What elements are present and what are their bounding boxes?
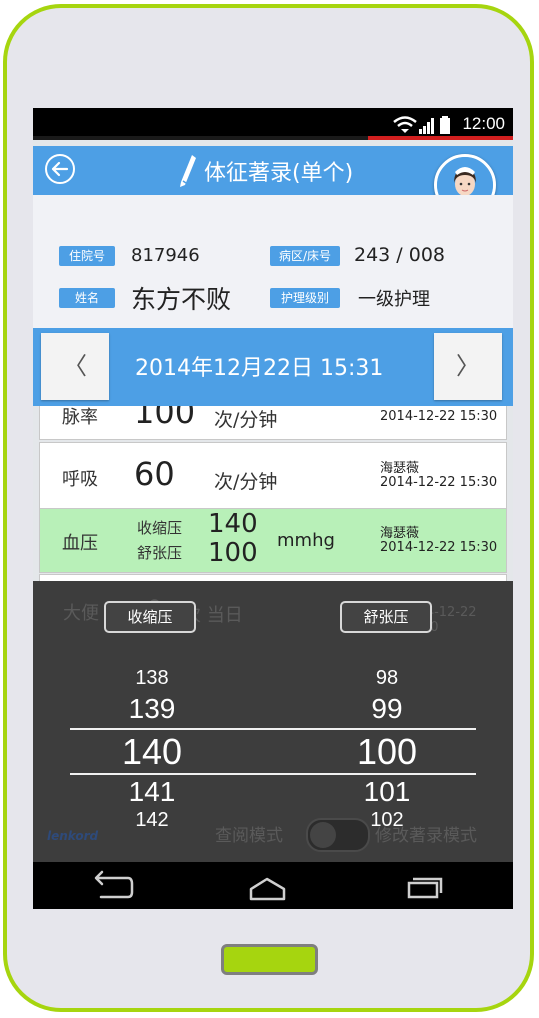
recents-nav-icon xyxy=(407,877,443,899)
systolic-label: 收缩压 xyxy=(137,519,183,537)
mode-toggle[interactable] xyxy=(306,818,370,852)
bp-label: 血压 xyxy=(62,533,98,554)
diastolic-label: 舒张压 xyxy=(137,544,183,562)
bp-recorder: 海瑟薇 xyxy=(380,526,420,541)
respiration-recorder: 海瑟薇 xyxy=(380,461,420,476)
respiration-unit: 次/分钟 xyxy=(214,471,278,493)
pulse-row[interactable]: 脉率 100 次/分钟 2014-12-22 15:30 xyxy=(39,406,507,440)
next-date-button[interactable]: 〉 xyxy=(434,333,502,400)
edit-mode-label: 修改著录模式 xyxy=(375,826,477,846)
blood-pressure-row[interactable]: 血压 收缩压 舒张压 140 100 mmhg 海瑟薇 2014-12-22 1… xyxy=(39,508,507,573)
respiration-row[interactable]: 呼吸 60 次/分钟 海瑟薇 2014-12-22 15:30 xyxy=(39,442,507,509)
home-button[interactable] xyxy=(221,944,318,975)
systolic-value: 140 xyxy=(208,509,258,539)
pulse-unit: 次/分钟 xyxy=(214,409,278,431)
arrow-left-icon xyxy=(51,161,69,177)
systolic-option[interactable]: 138 xyxy=(92,667,212,690)
page-title: 体征著录(单个) xyxy=(204,161,354,186)
number-picker: 大便 0 次 当日 2014-12-22 15:30 收缩压 舒张压 138 1… xyxy=(33,581,513,862)
bp-time: 2014-12-22 15:30 xyxy=(380,540,498,555)
wifi-icon xyxy=(393,116,417,127)
patient-info: 住院号 817946 病区/床号 243 / 008 姓名 东方不败 护理级别 … xyxy=(33,195,513,328)
app-screen: 12:00 体征著录(单个) 住院号 817946 病区/床号 243 / 00… xyxy=(33,108,513,909)
pulse-time: 2014-12-22 15:30 xyxy=(380,409,498,424)
diastolic-option[interactable]: 101 xyxy=(327,776,447,808)
home-nav-icon xyxy=(249,877,286,901)
prev-date-button[interactable]: 〈 xyxy=(41,333,109,400)
status-divider xyxy=(33,136,513,140)
battery-icon xyxy=(440,116,450,134)
systolic-option[interactable]: 142 xyxy=(92,809,212,832)
back-nav-icon xyxy=(94,870,134,899)
signal-icon xyxy=(419,118,434,134)
diastolic-selected[interactable]: 100 xyxy=(327,731,447,773)
systolic-picker-label: 收缩压 xyxy=(104,601,196,633)
navigation-bar xyxy=(33,862,513,909)
current-datetime: 2014年12月22日 15:31 xyxy=(135,356,384,381)
toggle-knob xyxy=(310,822,336,848)
bp-unit: mmhg xyxy=(277,530,335,551)
diastolic-picker-label: 舒张压 xyxy=(340,601,432,633)
care-level-value: 一级护理 xyxy=(358,289,430,310)
systolic-option[interactable]: 139 xyxy=(92,693,212,725)
stool-label: 大便 xyxy=(63,603,99,624)
ward-bed-value: 243 / 008 xyxy=(354,244,446,266)
patient-name: 东方不败 xyxy=(131,285,232,314)
respiration-value: 60 xyxy=(134,455,175,493)
care-level-label: 护理级别 xyxy=(270,288,340,308)
wifi-dot-icon xyxy=(401,129,409,133)
respiration-time: 2014-12-22 15:30 xyxy=(380,475,498,490)
diastolic-option[interactable]: 98 xyxy=(327,667,447,690)
diastolic-option[interactable]: 99 xyxy=(327,693,447,725)
ward-bed-label: 病区/床号 xyxy=(270,246,340,266)
back-button[interactable] xyxy=(45,154,75,184)
systolic-option[interactable]: 141 xyxy=(92,776,212,808)
admission-no-value: 817946 xyxy=(131,245,200,266)
pulse-value: 100 xyxy=(134,406,196,431)
admission-no-label: 住院号 xyxy=(59,246,115,266)
systolic-selected[interactable]: 140 xyxy=(92,731,212,773)
diastolic-value: 100 xyxy=(208,538,258,568)
date-navigator: 〈 2014年12月22日 15:31 〉 xyxy=(33,328,513,406)
vitals-list: 脉率 100 次/分钟 2014-12-22 15:30 呼吸 60 次/分钟 … xyxy=(33,406,513,584)
status-bar: 12:00 xyxy=(33,108,513,140)
respiration-label: 呼吸 xyxy=(62,469,98,490)
brand-logo: lenkord xyxy=(47,829,99,843)
name-label: 姓名 xyxy=(59,288,115,308)
picker-selection-top xyxy=(70,728,476,730)
status-time: 12:00 xyxy=(462,114,505,133)
view-mode-label: 查阅模式 xyxy=(215,826,283,846)
pen-icon xyxy=(180,155,196,187)
pulse-label: 脉率 xyxy=(62,407,98,428)
picker-selection-bottom xyxy=(70,773,476,775)
